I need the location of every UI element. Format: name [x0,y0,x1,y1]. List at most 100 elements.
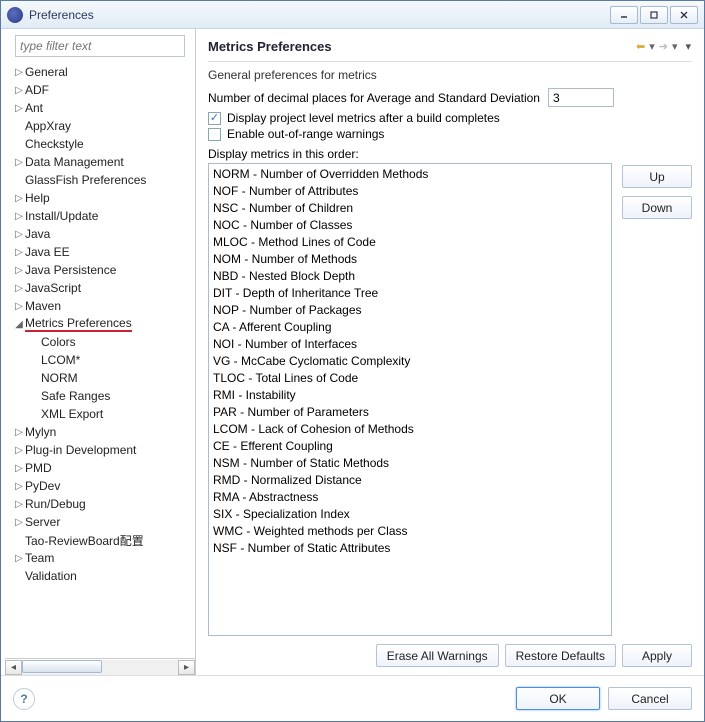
collapse-icon[interactable]: ◢ [13,319,25,330]
down-button[interactable]: Down [622,196,692,219]
maximize-button[interactable] [640,6,668,24]
cancel-button[interactable]: Cancel [608,687,692,710]
tree-item-plug-in-development[interactable]: ▷Plug-in Development [7,441,195,459]
tree-item-java-ee[interactable]: ▷Java EE [7,243,195,261]
expand-icon[interactable]: ▷ [13,247,25,258]
list-item[interactable]: NOM - Number of Methods [213,251,607,268]
forward-menu-icon[interactable]: ▾ [671,40,679,53]
list-item[interactable]: PAR - Number of Parameters [213,404,607,421]
tree-item-tao-reviewboard-[interactable]: Tao-ReviewBoard配置 [7,531,195,549]
list-item[interactable]: WMC - Weighted methods per Class [213,523,607,540]
expand-icon[interactable]: ▷ [13,67,25,78]
list-item[interactable]: LCOM - Lack of Cohesion of Methods [213,421,607,438]
tree-item-validation[interactable]: Validation [7,567,195,585]
tree-item-label: Java Persistence [25,263,116,277]
tree-item-server[interactable]: ▷Server [7,513,195,531]
expand-icon[interactable]: ▷ [13,517,25,528]
tree-item-label: XML Export [41,407,103,421]
ok-button[interactable]: OK [516,687,600,710]
tree-item-safe-ranges[interactable]: Safe Ranges [7,387,195,405]
tree-item-pmd[interactable]: ▷PMD [7,459,195,477]
tree-item-team[interactable]: ▷Team [7,549,195,567]
list-item[interactable]: NSM - Number of Static Methods [213,455,607,472]
tree-item-help[interactable]: ▷Help [7,189,195,207]
list-item[interactable]: NOI - Number of Interfaces [213,336,607,353]
expand-icon[interactable]: ▷ [13,193,25,204]
tree-item-norm[interactable]: NORM [7,369,195,387]
list-item[interactable]: NOC - Number of Classes [213,217,607,234]
list-item[interactable]: NBD - Nested Block Depth [213,268,607,285]
tree-item-general[interactable]: ▷General [7,63,195,81]
expand-icon[interactable]: ▷ [13,229,25,240]
list-item[interactable]: NOP - Number of Packages [213,302,607,319]
expand-icon[interactable]: ▷ [13,481,25,492]
tree-item-colors[interactable]: Colors [7,333,195,351]
tree-item-run-debug[interactable]: ▷Run/Debug [7,495,195,513]
horizontal-scrollbar[interactable]: ◂ ▸ [5,658,195,675]
tree-item-javascript[interactable]: ▷JavaScript [7,279,195,297]
expand-icon[interactable]: ▷ [13,283,25,294]
scroll-track[interactable] [22,660,178,675]
tree-item-glassfish-preferences[interactable]: GlassFish Preferences [7,171,195,189]
tree-item-appxray[interactable]: AppXray [7,117,195,135]
scroll-thumb[interactable] [22,660,102,673]
apply-button[interactable]: Apply [622,644,692,667]
expand-icon[interactable]: ▷ [13,103,25,114]
expand-icon[interactable]: ▷ [13,85,25,96]
tree-item-mylyn[interactable]: ▷Mylyn [7,423,195,441]
scroll-left-icon[interactable]: ◂ [5,660,22,675]
tree-item-ant[interactable]: ▷Ant [7,99,195,117]
expand-icon[interactable]: ▷ [13,265,25,276]
tree-item-maven[interactable]: ▷Maven [7,297,195,315]
scroll-right-icon[interactable]: ▸ [178,660,195,675]
list-item[interactable]: RMA - Abstractness [213,489,607,506]
tree-item-xml-export[interactable]: XML Export [7,405,195,423]
list-item[interactable]: CA - Afferent Coupling [213,319,607,336]
list-item[interactable]: SIX - Specialization Index [213,506,607,523]
tree-item-java-persistence[interactable]: ▷Java Persistence [7,261,195,279]
filter-input[interactable] [15,35,185,57]
forward-icon[interactable]: ➔ [658,40,669,53]
up-button[interactable]: Up [622,165,692,188]
expand-icon[interactable]: ▷ [13,445,25,456]
tree-item-data-management[interactable]: ▷Data Management [7,153,195,171]
warnings-checkbox[interactable] [208,128,221,141]
back-icon[interactable]: ⬅ [635,40,646,53]
tree-item-adf[interactable]: ▷ADF [7,81,195,99]
list-item[interactable]: RMI - Instability [213,387,607,404]
tree-item-install-update[interactable]: ▷Install/Update [7,207,195,225]
project-metrics-checkbox[interactable] [208,112,221,125]
restore-defaults-button[interactable]: Restore Defaults [505,644,616,667]
list-item[interactable]: RMD - Normalized Distance [213,472,607,489]
tree-item-pydev[interactable]: ▷PyDev [7,477,195,495]
list-item[interactable]: MLOC - Method Lines of Code [213,234,607,251]
expand-icon[interactable]: ▷ [13,553,25,564]
list-item[interactable]: NOF - Number of Attributes [213,183,607,200]
list-item[interactable]: TLOC - Total Lines of Code [213,370,607,387]
list-item[interactable]: CE - Efferent Coupling [213,438,607,455]
list-item[interactable]: NSF - Number of Static Attributes [213,540,607,557]
tree-item-lcom-[interactable]: LCOM* [7,351,195,369]
tree-item-checkstyle[interactable]: Checkstyle [7,135,195,153]
expand-icon[interactable]: ▷ [13,157,25,168]
list-item[interactable]: DIT - Depth of Inheritance Tree [213,285,607,302]
list-item[interactable]: NORM - Number of Overridden Methods [213,166,607,183]
expand-icon[interactable]: ▷ [13,499,25,510]
preferences-tree[interactable]: ▷General▷ADF▷AntAppXrayCheckstyle▷Data M… [5,63,195,658]
tree-item-java[interactable]: ▷Java [7,225,195,243]
expand-icon[interactable]: ▷ [13,463,25,474]
erase-warnings-button[interactable]: Erase All Warnings [376,644,499,667]
help-icon[interactable]: ? [13,688,35,710]
view-menu-icon[interactable]: ▾ [684,40,692,53]
list-item[interactable]: NSC - Number of Children [213,200,607,217]
list-item[interactable]: VG - McCabe Cyclomatic Complexity [213,353,607,370]
minimize-button[interactable] [610,6,638,24]
expand-icon[interactable]: ▷ [13,301,25,312]
expand-icon[interactable]: ▷ [13,427,25,438]
expand-icon[interactable]: ▷ [13,211,25,222]
decimal-places-input[interactable] [548,88,614,107]
metrics-listbox[interactable]: NORM - Number of Overridden MethodsNOF -… [208,163,612,636]
back-menu-icon[interactable]: ▾ [648,40,656,53]
tree-item-metrics-preferences[interactable]: ◢Metrics Preferences [7,315,195,333]
close-button[interactable] [670,6,698,24]
